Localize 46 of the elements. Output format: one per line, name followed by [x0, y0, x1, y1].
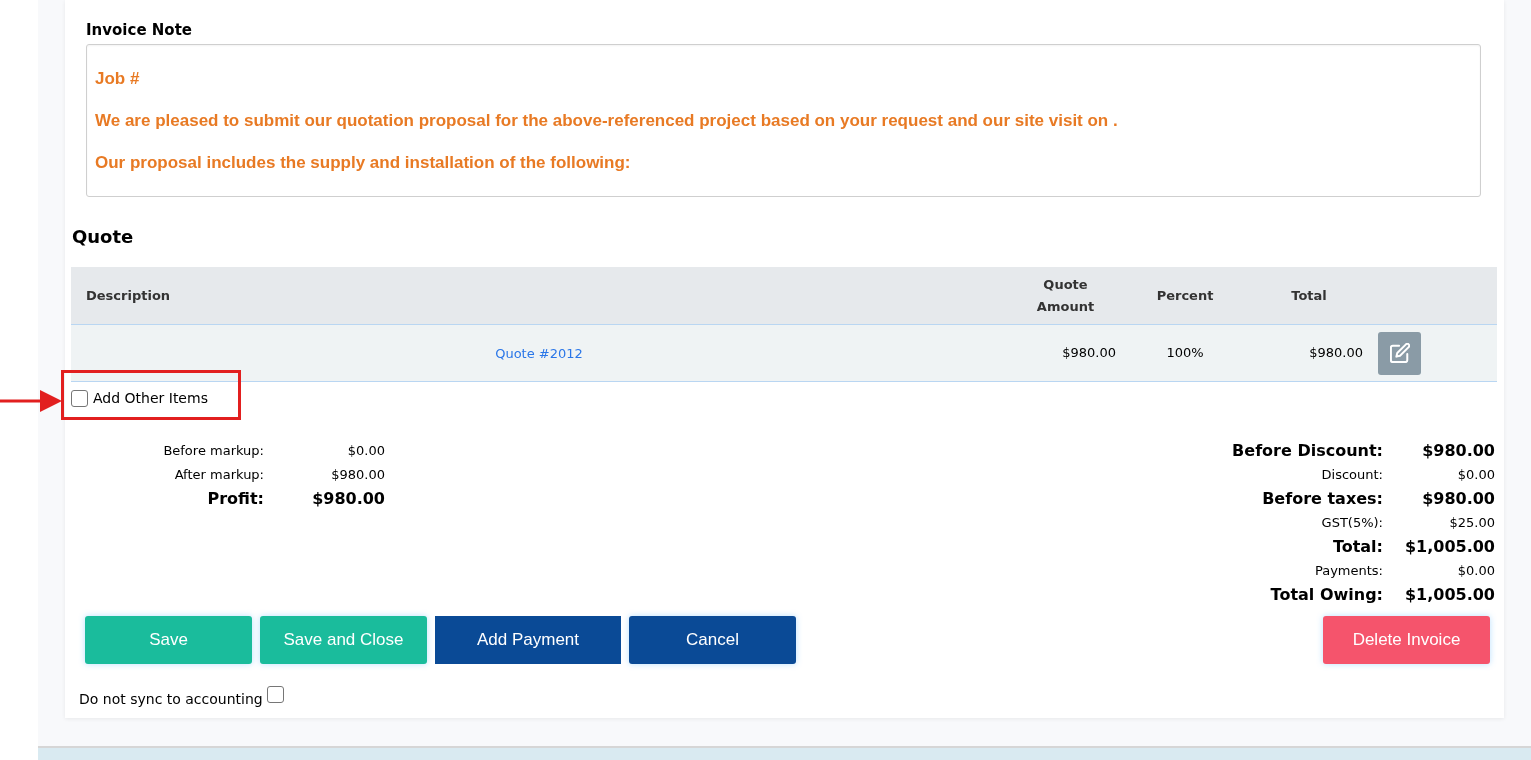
table-cell-text: $980.00	[1309, 344, 1364, 363]
column-header: Total	[1291, 286, 1327, 305]
delete-button[interactable]: Delete Invoice	[1323, 616, 1490, 664]
note-text: Job #	[95, 69, 140, 89]
summary-label: After markup:	[173, 466, 264, 484]
totals-label: Payments:	[1313, 562, 1383, 580]
checkbox[interactable]	[266, 686, 284, 703]
section-title: Quote	[72, 226, 134, 248]
note-field[interactable]: Job # We are pleased to submit our quotation proposal for the above-referenced project based on your request and our site visit on . Our proposal includes the supply and installation of the following:	[86, 44, 1481, 197]
action-button[interactable]: Add Payment	[435, 616, 621, 664]
note-text: We are pleased to submit our quotation proposal for the above-referenced project based on your request and our site visit on .	[95, 111, 1118, 131]
totals-value: $1,005.00	[1403, 584, 1495, 606]
edit-icon	[1389, 343, 1410, 363]
action-button[interactable]: Save	[85, 616, 252, 664]
checkbox-label: Add Other Items	[93, 390, 208, 407]
summary-value: $980.00	[311, 488, 385, 510]
quote-link[interactable]: Quote #2012	[495, 346, 583, 361]
annotation-arrow	[0, 390, 62, 412]
action-button[interactable]: Save and Close	[260, 616, 427, 664]
totals-value: $980.00	[1421, 440, 1495, 462]
summary-value: $980.00	[330, 466, 385, 484]
totals-label: GST(5%):	[1320, 514, 1383, 532]
summary-label: Before markup:	[162, 442, 264, 460]
totals-label: Discount:	[1320, 466, 1383, 484]
totals-value: $980.00	[1421, 488, 1495, 510]
totals-label: Total:	[1331, 536, 1383, 558]
table-cell-text: $980.00	[1062, 344, 1117, 363]
totals-label: Before taxes:	[1261, 488, 1383, 510]
totals-label: Total Owing:	[1269, 584, 1383, 606]
totals-value: $0.00	[1456, 562, 1495, 580]
summary-value: $0.00	[346, 442, 385, 460]
table-cell-text: 100%	[1166, 344, 1204, 363]
totals-value: $25.00	[1448, 514, 1495, 532]
action-button[interactable]: Cancel	[629, 616, 796, 664]
note-text: Our proposal includes the supply and installation of the following:	[95, 153, 631, 173]
column-header: Quote Amount	[1035, 275, 1096, 316]
totals-value: $1,005.00	[1403, 536, 1495, 558]
checkbox[interactable]	[71, 390, 88, 407]
checkbox-label: Do not sync to accounting	[79, 690, 263, 709]
column-header: Percent	[1156, 286, 1214, 305]
edit-button[interactable]	[1378, 331, 1421, 375]
summary-label: Profit:	[206, 488, 264, 510]
totals-label: Before Discount:	[1232, 440, 1383, 462]
totals-value: $0.00	[1456, 466, 1495, 484]
field-label: Invoice Note	[86, 21, 192, 39]
column-header: Description	[85, 286, 171, 305]
